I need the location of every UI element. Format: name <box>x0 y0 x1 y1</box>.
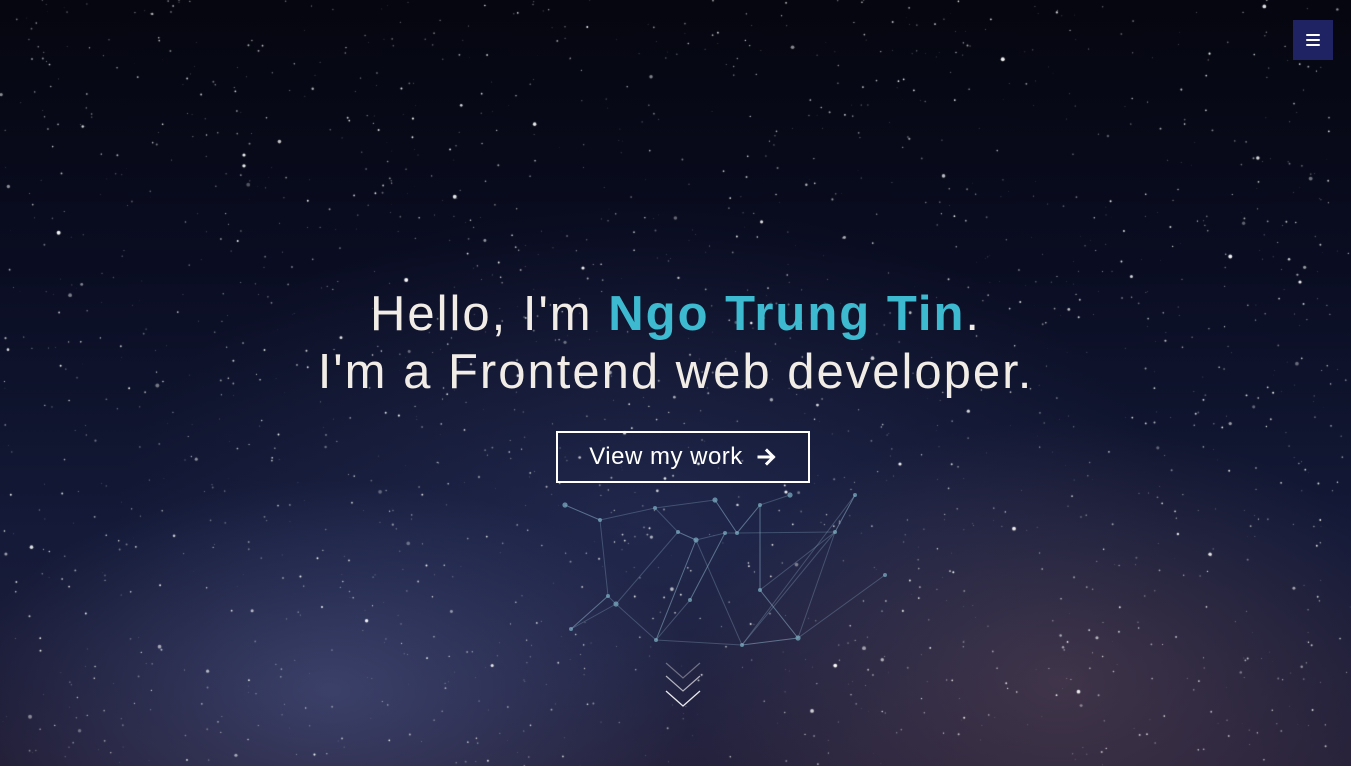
greeting-heading: Hello, I'm Ngo Trung Tin. <box>0 285 1351 343</box>
network-link <box>654 507 679 533</box>
double-chevron-down-icon[interactable] <box>663 660 703 712</box>
network-node <box>688 598 692 602</box>
network-link <box>655 599 691 641</box>
arrow-right-icon <box>757 448 776 466</box>
network-node <box>883 573 887 577</box>
network-link <box>797 574 886 639</box>
network-link <box>741 494 856 646</box>
network-link <box>570 603 617 630</box>
network-link <box>654 499 716 509</box>
network-link <box>834 494 856 533</box>
network-link <box>655 639 743 646</box>
network-link <box>741 637 799 646</box>
network-node <box>833 530 837 534</box>
network-node <box>693 537 699 543</box>
developer-name: Ngo Trung Tin <box>608 287 966 341</box>
network-link <box>695 532 726 541</box>
network-link <box>759 531 836 591</box>
network-link <box>695 539 743 646</box>
network-link <box>736 531 836 534</box>
network-node <box>758 503 762 507</box>
network-link <box>759 494 791 506</box>
greeting-prefix: Hello, I'm <box>369 287 609 341</box>
network-node <box>723 531 727 535</box>
network-link <box>615 531 679 605</box>
greeting-suffix: . <box>965 287 982 341</box>
network-node <box>795 635 801 641</box>
network-node <box>735 531 739 535</box>
network-node <box>606 594 610 598</box>
network-link <box>564 504 601 521</box>
view-my-work-button[interactable]: View my work <box>556 431 810 483</box>
network-link <box>741 531 836 646</box>
network-link <box>797 531 836 639</box>
network-node <box>740 643 744 647</box>
network-node <box>613 601 619 607</box>
network-node <box>712 497 718 503</box>
hero-section: Hello, I'm Ngo Trung Tin. I'm a Frontend… <box>0 0 1351 766</box>
network-link <box>714 499 738 534</box>
network-node <box>787 492 793 498</box>
network-link <box>599 519 609 597</box>
menu-button[interactable] <box>1293 20 1333 60</box>
network-node <box>853 493 857 497</box>
network-link <box>655 539 697 641</box>
network-link <box>615 603 657 641</box>
network-node <box>758 588 762 592</box>
role-subtitle: I'm a Frontend web developer. <box>317 345 1034 399</box>
network-link <box>570 595 609 630</box>
network-node <box>569 627 573 631</box>
network-link <box>736 504 761 534</box>
network-node <box>676 530 680 534</box>
network-node <box>654 638 658 642</box>
network-node <box>598 518 602 522</box>
network-link <box>677 531 697 541</box>
network-node <box>562 502 568 508</box>
network-node <box>653 506 657 510</box>
cta-label: View my work <box>589 443 743 470</box>
network-link <box>599 507 656 521</box>
